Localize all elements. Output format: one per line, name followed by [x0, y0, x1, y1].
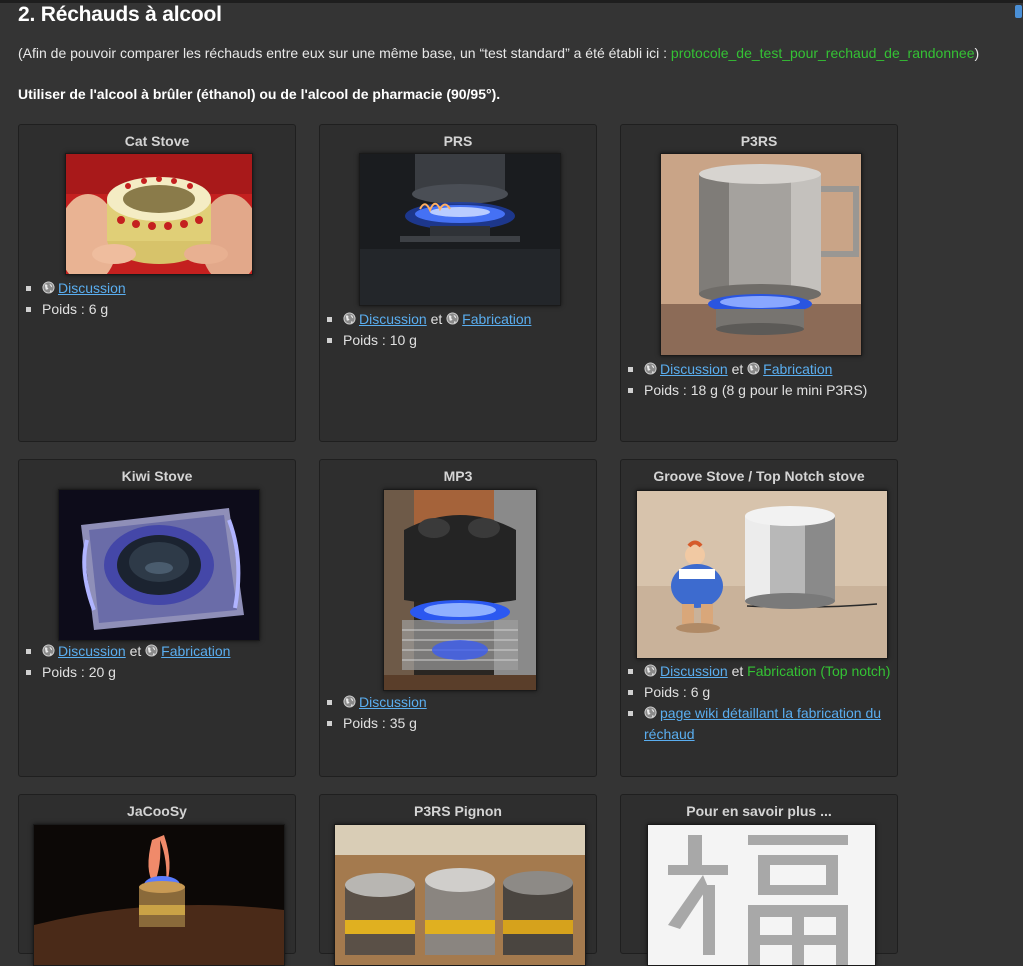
- stove-card-learn-more: Pour en savoir plus ...: [620, 794, 898, 966]
- stove-card-jacoosy: JaCooSy: [18, 794, 296, 966]
- globe-icon: [343, 695, 356, 708]
- kiwi-stove-photo[interactable]: [58, 489, 260, 641]
- conjunction-text: et: [731, 663, 744, 679]
- weight-item: Poids : 10 g: [325, 330, 592, 351]
- weight-item: Poids : 20 g: [24, 662, 291, 683]
- globe-icon: [343, 312, 356, 325]
- globe-icon: [644, 664, 657, 677]
- conjunction-text: et: [430, 311, 443, 327]
- fabrication-link[interactable]: Fabrication: [161, 643, 230, 659]
- stove-card-p3rs-pignon: P3RS Pignon: [319, 794, 597, 966]
- fabrication-link[interactable]: Fabrication: [462, 311, 531, 327]
- card-title: Pour en savoir plus ...: [686, 803, 832, 819]
- jacoosy-photo[interactable]: [33, 824, 285, 966]
- card-title: P3RS: [740, 133, 778, 149]
- card-title: MP3: [443, 468, 473, 484]
- conjunction-text: et: [129, 643, 142, 659]
- globe-icon: [42, 281, 55, 294]
- intro-paragraph: (Afin de pouvoir comparer les réchauds e…: [18, 45, 979, 61]
- card-info-list: Discussion et Fabrication Poids : 10 g: [325, 309, 592, 351]
- discussion-link[interactable]: Discussion: [58, 643, 126, 659]
- globe-icon: [644, 362, 657, 375]
- prs-photo[interactable]: [359, 153, 561, 306]
- weight-item: Poids : 35 g: [325, 713, 592, 734]
- card-info-list: Discussion Poids : 6 g: [24, 278, 291, 320]
- globe-icon: [145, 644, 158, 657]
- list-item: Discussion et Fabrication (Top notch): [626, 661, 893, 682]
- card-title: PRS: [443, 133, 473, 149]
- weight-item: Poids : 6 g: [24, 299, 291, 320]
- discussion-link[interactable]: Discussion: [359, 311, 427, 327]
- test-protocol-link[interactable]: protocole_de_test_pour_rechaud_de_randon…: [671, 45, 975, 61]
- scrollbar-thumb[interactable]: [1015, 5, 1022, 18]
- fuel-note: Utiliser de l'alcool à brûler (éthanol) …: [18, 86, 501, 102]
- weight-item: Poids : 18 g (8 g pour le mini P3RS): [626, 380, 893, 401]
- cat-stove-photo[interactable]: [65, 153, 253, 275]
- card-title: JaCooSy: [127, 803, 187, 819]
- card-info-list: Discussion et Fabrication Poids : 18 g (…: [626, 359, 893, 401]
- card-title: P3RS Pignon: [414, 803, 502, 819]
- conjunction-text: et: [731, 361, 744, 377]
- weight-item: Poids : 6 g: [626, 682, 893, 703]
- fabrication-top-notch-text: Fabrication (Top notch): [747, 663, 891, 679]
- wiki-page-link[interactable]: page wiki détaillant la fabrication du r…: [644, 705, 881, 742]
- discussion-link[interactable]: Discussion: [359, 694, 427, 710]
- discussion-link[interactable]: Discussion: [58, 280, 126, 296]
- stove-card-prs: PRS Discussion et Fabrication Poids : 10…: [319, 124, 597, 442]
- stove-card-cat-stove: Cat Stove Discussion Poids : 6 g: [18, 124, 296, 442]
- discussion-link[interactable]: Discussion: [660, 361, 728, 377]
- section-title: 2. Réchauds à alcool: [18, 3, 222, 26]
- learn-more-image[interactable]: [647, 824, 876, 966]
- card-info-list: Discussion Poids : 35 g: [325, 692, 592, 734]
- stove-card-groove-stove: Groove Stove / Top Notch stove Discussio…: [620, 459, 898, 777]
- p3rs-pignon-photo[interactable]: [334, 824, 586, 966]
- list-item: Discussion: [325, 692, 592, 713]
- discussion-link[interactable]: Discussion: [660, 663, 728, 679]
- list-item: page wiki détaillant la fabrication du r…: [626, 703, 893, 745]
- p3rs-photo[interactable]: [660, 153, 862, 356]
- list-item: Discussion et Fabrication: [325, 309, 592, 330]
- stove-card-p3rs: P3RS Discussion et Fabrication Poids : 1…: [620, 124, 898, 442]
- groove-stove-photo[interactable]: [636, 490, 888, 659]
- card-title: Groove Stove / Top Notch stove: [653, 468, 865, 484]
- stove-card-kiwi-stove: Kiwi Stove Discussion et Fabrication Poi…: [18, 459, 296, 777]
- stove-card-mp3: MP3 Discussion Poids : 35 g: [319, 459, 597, 777]
- globe-icon: [644, 706, 657, 719]
- globe-icon: [747, 362, 760, 375]
- card-info-list: Discussion et Fabrication Poids : 20 g: [24, 641, 291, 683]
- card-title: Cat Stove: [124, 133, 190, 149]
- intro-text: (Afin de pouvoir comparer les réchauds e…: [18, 45, 671, 61]
- card-title: Kiwi Stove: [121, 468, 193, 484]
- list-item: Discussion: [24, 278, 291, 299]
- list-item: Discussion et Fabrication: [626, 359, 893, 380]
- mp3-photo[interactable]: [383, 489, 537, 691]
- card-info-list: Discussion et Fabrication (Top notch) Po…: [626, 661, 893, 745]
- intro-suffix: ): [974, 45, 980, 61]
- fabrication-link[interactable]: Fabrication: [763, 361, 832, 377]
- globe-icon: [446, 312, 459, 325]
- list-item: Discussion et Fabrication: [24, 641, 291, 662]
- globe-icon: [42, 644, 55, 657]
